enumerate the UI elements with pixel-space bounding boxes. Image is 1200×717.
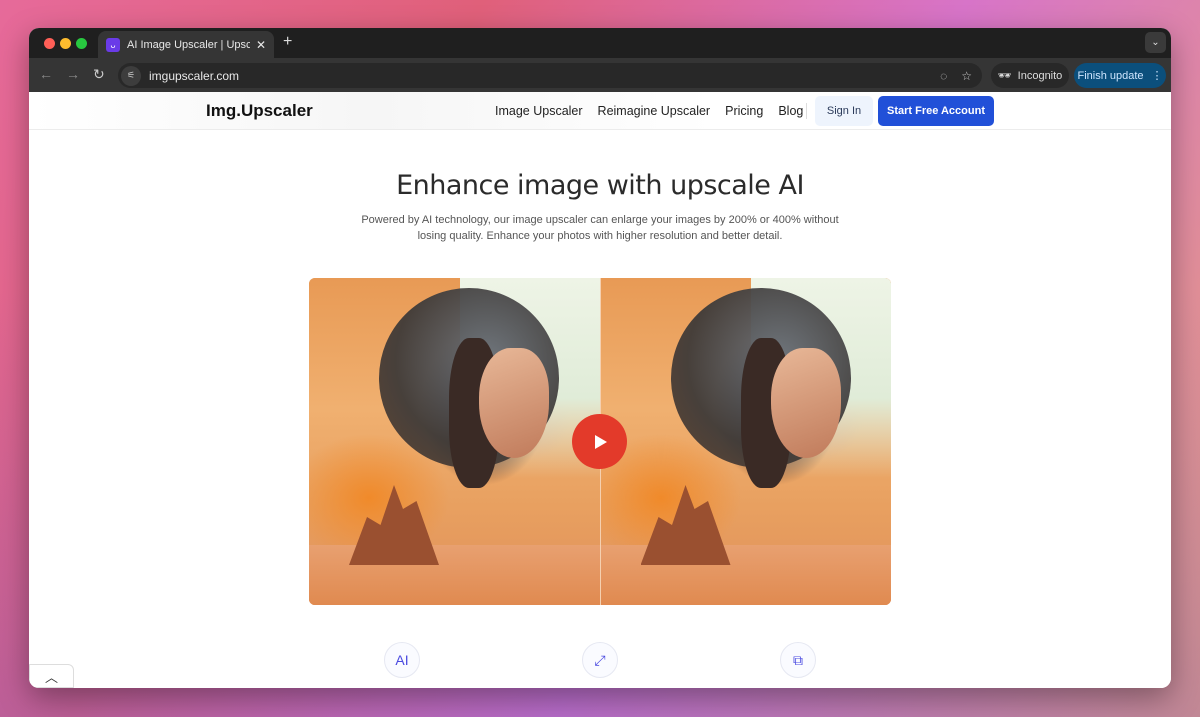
ai-bulb-icon: AI: [384, 642, 420, 678]
site-header: Img.Upscaler Image Upscaler Reimagine Up…: [29, 92, 1171, 130]
close-tab-icon[interactable]: ✕: [256, 38, 266, 52]
main-nav: Image Upscaler Reimagine Upscaler Pricin…: [495, 104, 803, 118]
forward-icon[interactable]: →: [66, 66, 80, 82]
eye-off-icon[interactable]: ◌: [940, 69, 947, 83]
tab-bar: ᴗ AI Image Upscaler | Upscale I ✕ + ⌄: [29, 28, 1171, 58]
incognito-badge[interactable]: 🕶 Incognito: [991, 63, 1069, 88]
chevron-down-icon[interactable]: ⌄: [1145, 32, 1166, 53]
reload-icon[interactable]: ↻: [93, 66, 105, 83]
new-tab-icon[interactable]: +: [283, 33, 292, 51]
logo[interactable]: Img.Upscaler: [206, 101, 313, 121]
nav-pricing[interactable]: Pricing: [725, 104, 763, 118]
sign-in-button[interactable]: Sign In: [815, 96, 873, 126]
after-image: [600, 278, 891, 605]
favicon-icon: ᴗ: [106, 37, 120, 52]
incognito-icon: 🕶: [997, 70, 1012, 82]
nav-image-upscaler[interactable]: Image Upscaler: [495, 104, 583, 118]
site-settings-icon[interactable]: ⚟: [121, 65, 141, 86]
browser-toolbar: ← → ↻ ⚟ imgupscaler.com ◌ ☆ 🕶 Incognito Fi…: [29, 58, 1171, 92]
close-window-button[interactable]: [44, 38, 55, 49]
page: Img.Upscaler Image Upscaler Reimagine Up…: [29, 92, 1171, 688]
chevron-up-icon[interactable]: ︿: [29, 664, 74, 688]
finish-update-button[interactable]: Finish update ⋮: [1074, 63, 1166, 88]
demo-video[interactable]: [309, 278, 891, 605]
browser-tab[interactable]: ᴗ AI Image Upscaler | Upscale I ✕: [98, 31, 274, 58]
hero-subtitle: Powered by AI technology, our image upsc…: [361, 214, 839, 242]
maximize-window-button[interactable]: [76, 38, 87, 49]
page-title: Enhance image with upscale AI: [396, 170, 804, 201]
back-icon[interactable]: ←: [39, 66, 53, 82]
expand-icon: ⤢: [582, 642, 618, 678]
address-bar[interactable]: ⚟ imgupscaler.com ◌ ☆: [118, 63, 982, 88]
star-icon[interactable]: ☆: [961, 69, 972, 83]
start-free-account-button[interactable]: Start Free Account: [878, 96, 994, 126]
divider: [806, 103, 807, 119]
layers-icon: ⧉: [780, 642, 816, 678]
browser-window: ᴗ AI Image Upscaler | Upscale I ✕ + ⌄ ← …: [29, 28, 1171, 688]
minimize-window-button[interactable]: [60, 38, 71, 49]
play-button[interactable]: [572, 414, 627, 469]
nav-reimagine-upscaler[interactable]: Reimagine Upscaler: [598, 104, 711, 118]
more-icon: ⋮: [1151, 70, 1163, 82]
before-image: [309, 278, 600, 605]
nav-blog[interactable]: Blog: [778, 104, 803, 118]
